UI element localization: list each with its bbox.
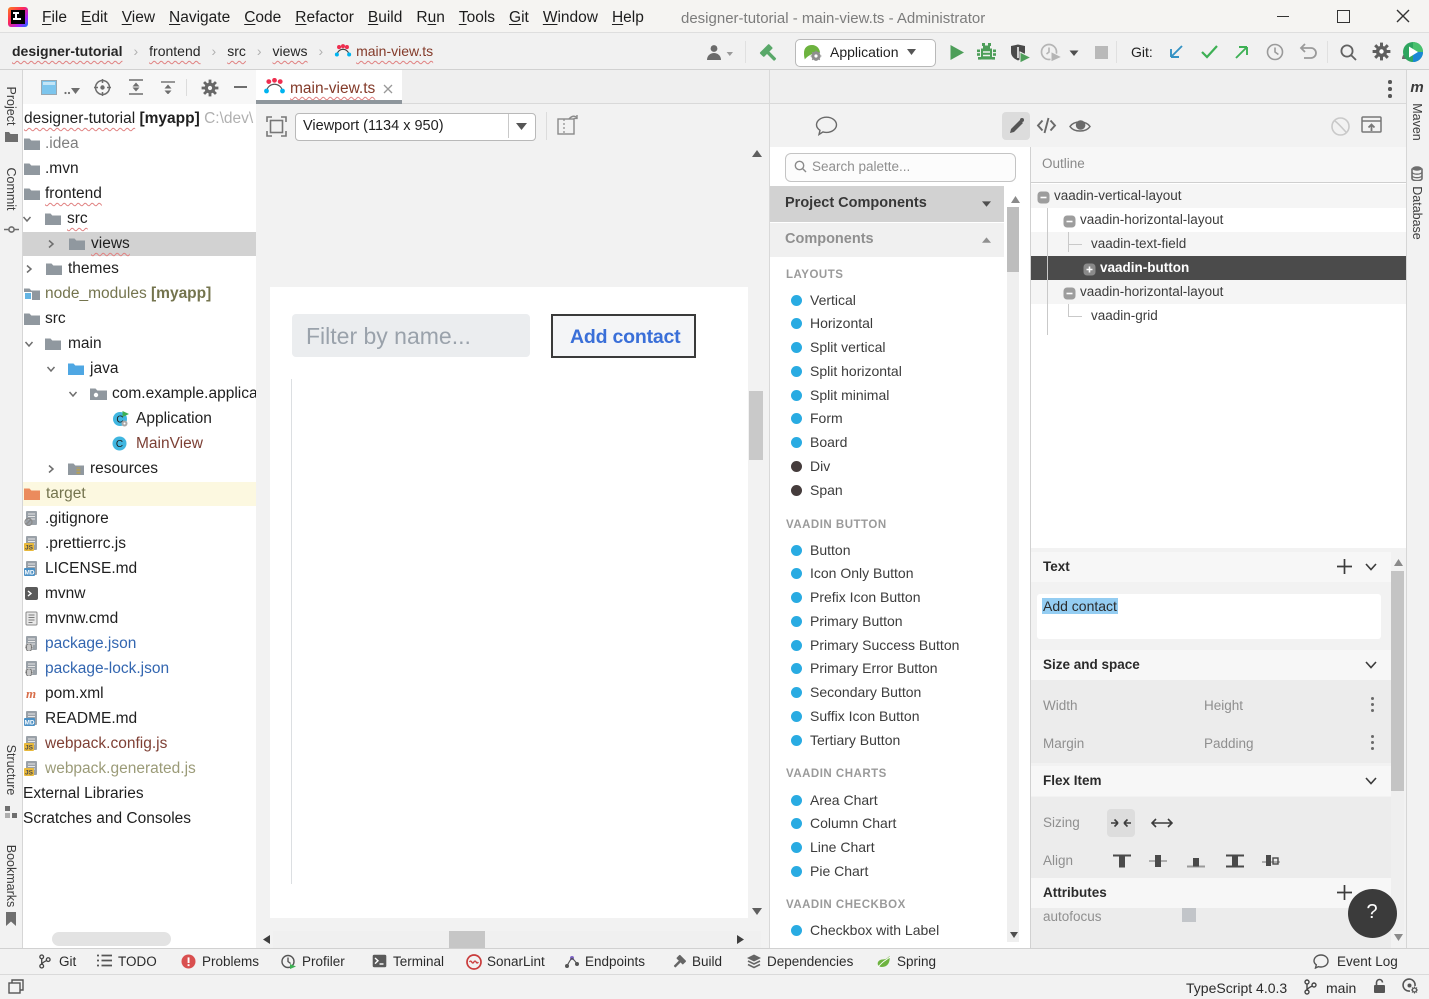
svg-text:{}: {} [25,645,33,652]
svg-text:m: m [26,686,36,701]
svg-text:C: C [116,439,123,450]
svg-text:JS: JS [25,745,34,752]
svg-text:MD: MD [24,570,34,577]
svg-text:{}: {} [25,670,33,677]
svg-text:MD: MD [24,720,34,727]
svg-text:JS: JS [25,770,34,777]
svg-text:JS: JS [25,545,34,552]
